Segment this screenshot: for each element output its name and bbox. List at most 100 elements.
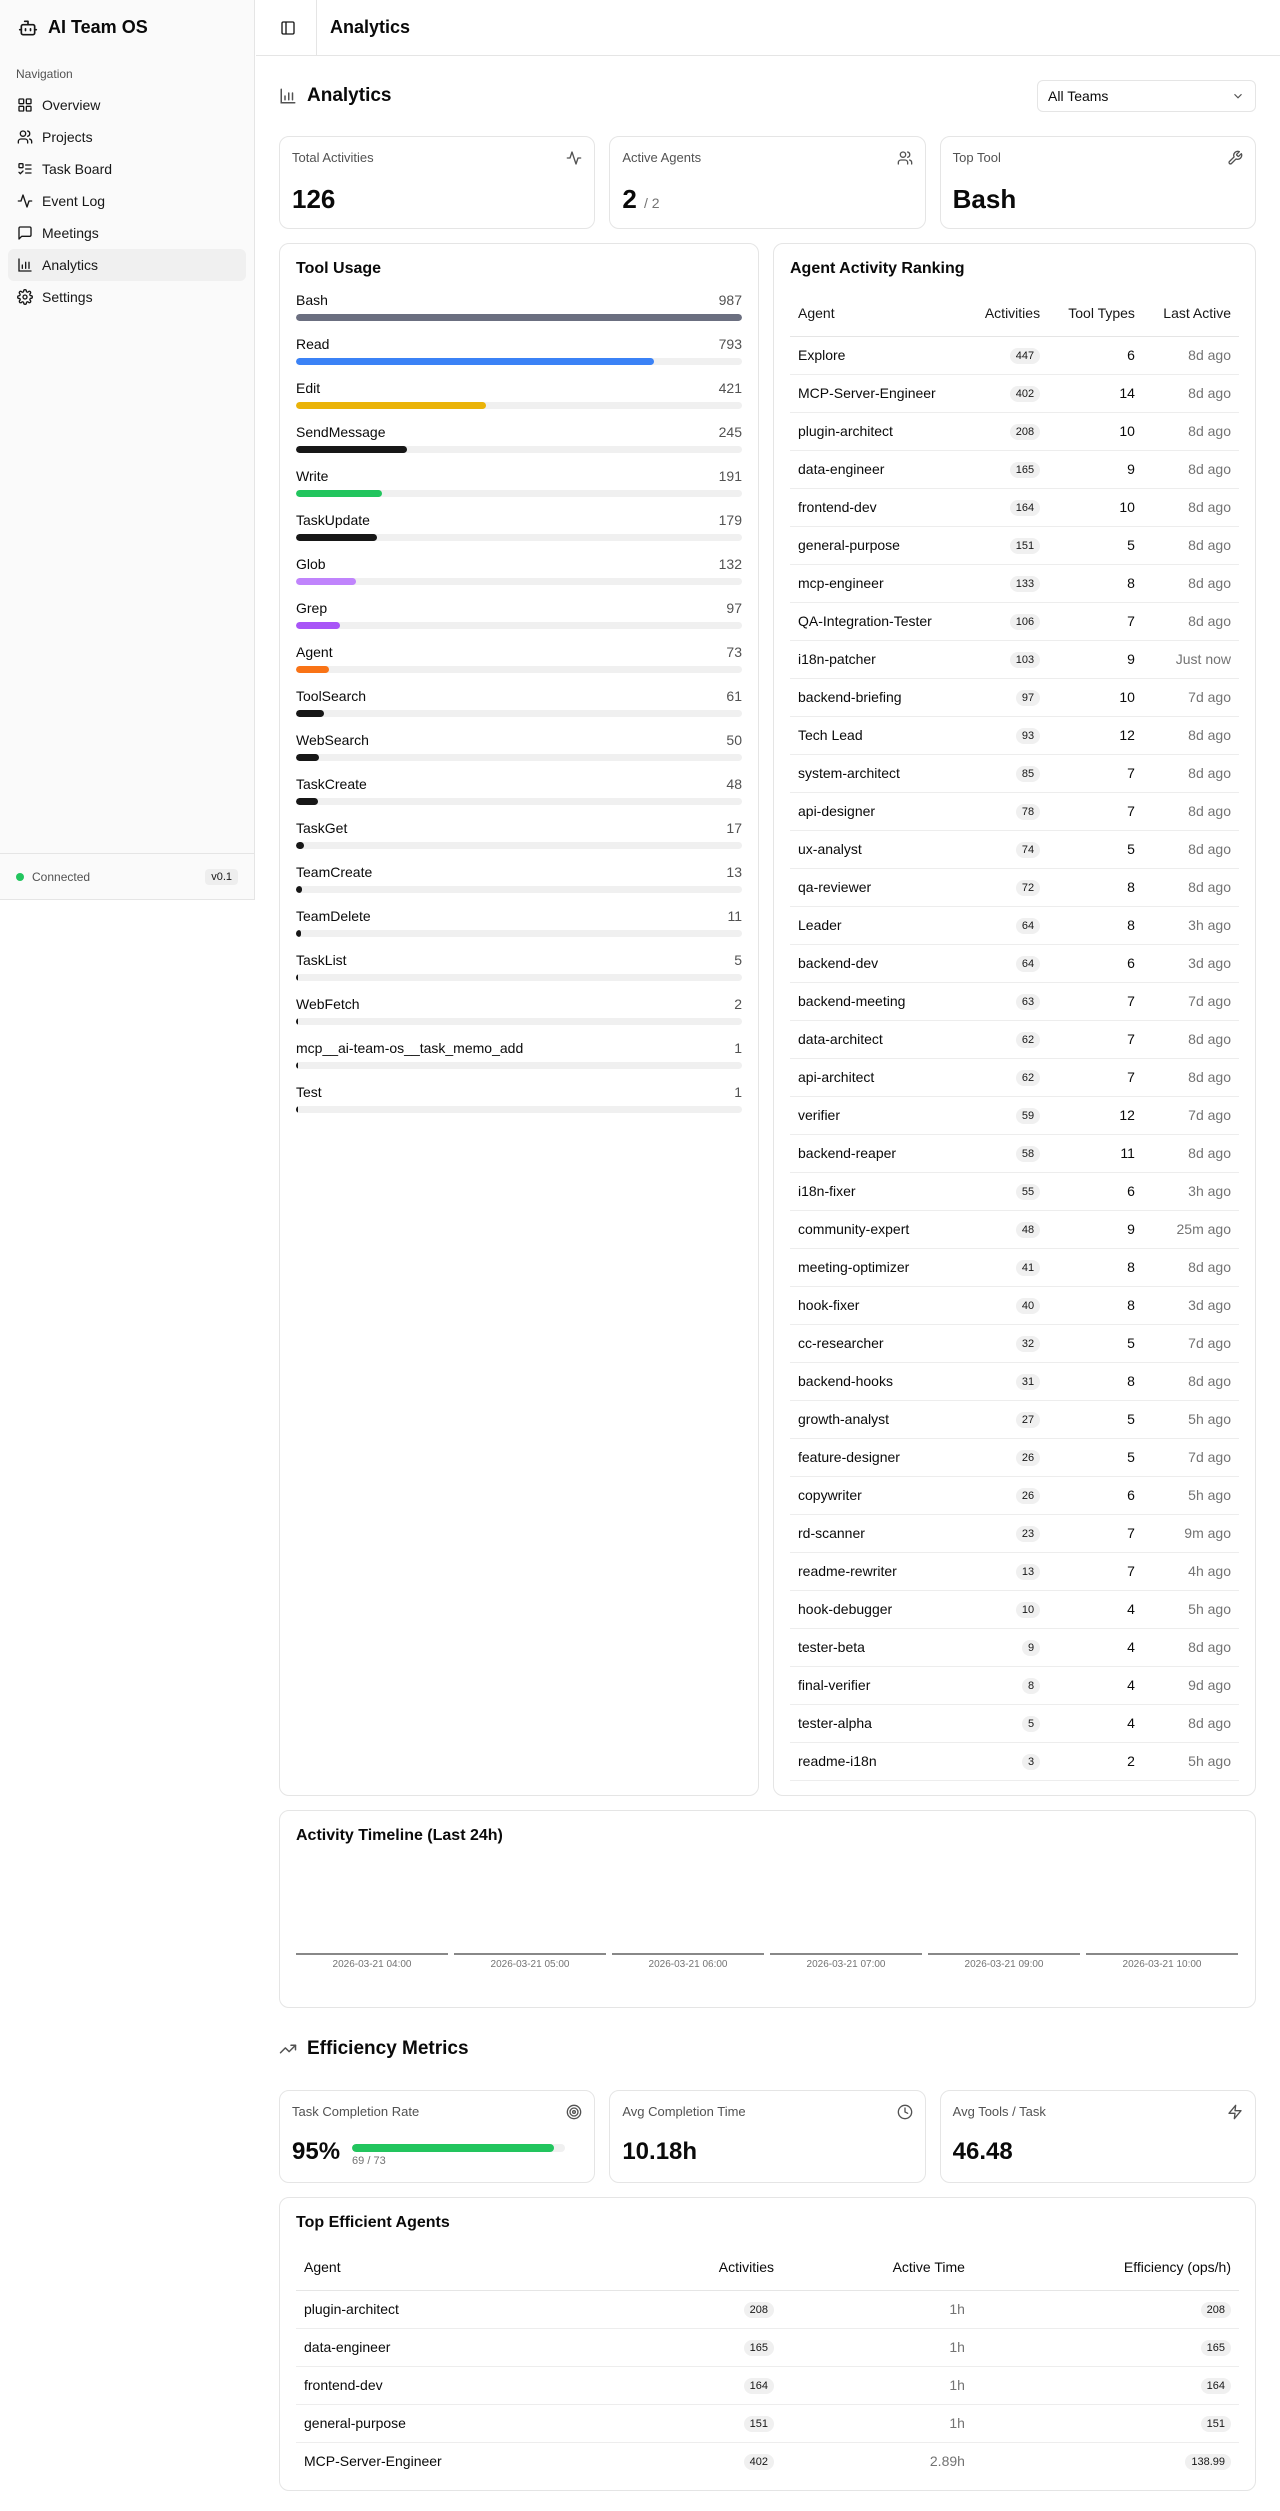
table-row[interactable]: feature-designer 26 5 7d ago: [790, 1438, 1239, 1477]
last-active-cell: 3d ago: [1142, 944, 1239, 983]
table-row[interactable]: backend-reaper 58 11 8d ago: [790, 1134, 1239, 1173]
table-row[interactable]: api-designer 78 7 8d ago: [790, 792, 1239, 831]
sidebar-item-overview[interactable]: Overview: [8, 89, 246, 121]
table-header-row: Agent Activities Tool Types Last Active: [790, 290, 1239, 337]
stat-avg-tools-per-task: Avg Tools / Task 46.48: [939, 2090, 1256, 2183]
table-row[interactable]: backend-meeting 63 7 7d ago: [790, 982, 1239, 1021]
table-row[interactable]: frontend-dev 164 10 8d ago: [790, 488, 1239, 527]
table-row[interactable]: copywriter 26 6 5h ago: [790, 1476, 1239, 1515]
table-row[interactable]: readme-rewriter 13 7 4h ago: [790, 1552, 1239, 1591]
active-agents-count: 2: [622, 184, 637, 214]
tool-usage-row: Grep 97: [296, 598, 742, 642]
active-time-cell: 1h: [782, 2366, 973, 2405]
table-row[interactable]: Explore 447 6 8d ago: [790, 336, 1239, 375]
tool-types-cell: 9: [1048, 1210, 1143, 1249]
tool-count: 421: [718, 380, 742, 396]
trending-up-icon: [279, 2044, 297, 2054]
table-row[interactable]: tester-beta 9 4 8d ago: [790, 1628, 1239, 1667]
table-row[interactable]: api-architect 62 7 8d ago: [790, 1058, 1239, 1097]
tool-usage-row-header: TeamCreate 13: [296, 862, 742, 880]
table-row[interactable]: hook-fixer 40 8 3d ago: [790, 1286, 1239, 1325]
activity-icon: [566, 151, 582, 165]
sidebar-item-projects[interactable]: Projects: [8, 121, 246, 153]
table-row[interactable]: plugin-architect 208 10 8d ago: [790, 412, 1239, 451]
table-row[interactable]: MCP-Server-Engineer 402 14 8d ago: [790, 374, 1239, 413]
activities-cell: 208: [628, 2290, 783, 2329]
agent-name: readme-rewriter: [790, 1552, 967, 1591]
table-row[interactable]: growth-analyst 27 5 5h ago: [790, 1400, 1239, 1439]
column-header-activities[interactable]: Activities: [966, 290, 1049, 337]
table-row[interactable]: rd-scanner 23 7 9m ago: [790, 1514, 1239, 1553]
table-row[interactable]: general-purpose 151 1h 151: [296, 2404, 1239, 2443]
sidebar-item-analytics[interactable]: Analytics: [8, 249, 246, 281]
table-row[interactable]: backend-dev 64 6 3d ago: [790, 944, 1239, 983]
table-row[interactable]: data-engineer 165 1h 165: [296, 2328, 1239, 2367]
table-row[interactable]: i18n-patcher 103 9 Just now: [790, 640, 1239, 679]
table-row[interactable]: tester-alpha 5 4 8d ago: [790, 1704, 1239, 1743]
brand[interactable]: AI Team OS: [0, 0, 254, 55]
completion-progress-fill: [352, 2144, 555, 2152]
activities-badge: 9: [1021, 1640, 1041, 1656]
column-header-agent[interactable]: Agent: [790, 290, 967, 337]
header-divider: [316, 0, 317, 56]
sidebar-item-meetings[interactable]: Meetings: [8, 217, 246, 249]
tool-usage-bar-track: [296, 534, 742, 541]
tool-usage-list: Bash 987 Read 793 Edit 421 SendMessage 245 Write…: [280, 278, 758, 1126]
table-row[interactable]: QA-Integration-Tester 106 7 8d ago: [790, 602, 1239, 641]
activities-cell: 23: [966, 1514, 1049, 1553]
activity-icon: [17, 194, 33, 208]
tool-types-cell: 5: [1048, 830, 1143, 869]
stat-value: 46.48: [952, 2138, 1013, 2165]
activities-cell: 64: [966, 944, 1049, 983]
tool-count: 73: [726, 644, 742, 660]
table-row[interactable]: cc-researcher 32 5 7d ago: [790, 1324, 1239, 1363]
table-row[interactable]: general-purpose 151 5 8d ago: [790, 526, 1239, 565]
tool-usage-row-header: Bash 987: [296, 290, 742, 308]
table-row[interactable]: Leader 64 8 3h ago: [790, 906, 1239, 945]
sidebar-item-label: Meetings: [42, 225, 99, 241]
sidebar-item-task-board[interactable]: Task Board: [8, 153, 246, 185]
sidebar-item-settings[interactable]: Settings: [8, 281, 246, 313]
table-row[interactable]: data-engineer 165 9 8d ago: [790, 450, 1239, 489]
stat-value: Bash: [952, 184, 1017, 214]
table-row[interactable]: frontend-dev 164 1h 164: [296, 2366, 1239, 2405]
table-row[interactable]: community-expert 48 9 25m ago: [790, 1210, 1239, 1249]
table-row[interactable]: backend-hooks 31 8 8d ago: [790, 1362, 1239, 1401]
table-row[interactable]: readme-i18n 3 2 5h ago: [790, 1742, 1239, 1781]
column-header-last-active[interactable]: Last Active: [1142, 290, 1239, 337]
activities-cell: 48: [966, 1210, 1049, 1249]
table-row[interactable]: qa-reviewer 72 8 8d ago: [790, 868, 1239, 907]
activities-cell: 151: [966, 526, 1049, 565]
tool-types-cell: 7: [1048, 1552, 1143, 1591]
column-header-active-time[interactable]: Active Time: [782, 2244, 973, 2291]
table-row[interactable]: verifier 59 12 7d ago: [790, 1096, 1239, 1135]
table-row[interactable]: backend-briefing 97 10 7d ago: [790, 678, 1239, 717]
column-header-efficiency[interactable]: Efficiency (ops/h): [972, 2244, 1239, 2291]
table-row[interactable]: system-architect 85 7 8d ago: [790, 754, 1239, 793]
agent-name: backend-meeting: [790, 982, 967, 1021]
tool-usage-bar-fill: [296, 1106, 298, 1113]
table-row[interactable]: MCP-Server-Engineer 402 2.89h 138.99: [296, 2442, 1239, 2480]
column-header-agent[interactable]: Agent: [296, 2244, 629, 2291]
activity-timeline-chart: 2026-03-21 04:00 2026-03-21 05:00 2026-03-…: [296, 1845, 1239, 1970]
table-row[interactable]: hook-debugger 10 4 5h ago: [790, 1590, 1239, 1629]
sidebar-item-event-log[interactable]: Event Log: [8, 185, 246, 217]
table-row[interactable]: meeting-optimizer 41 8 8d ago: [790, 1248, 1239, 1287]
table-row[interactable]: plugin-architect 208 1h 208: [296, 2290, 1239, 2329]
tool-count: 11: [727, 908, 742, 924]
last-active-cell: Just now: [1142, 640, 1239, 679]
timeline-bar: [454, 1953, 606, 1955]
team-filter-select[interactable]: All Teams: [1037, 80, 1256, 112]
table-row[interactable]: data-architect 62 7 8d ago: [790, 1020, 1239, 1059]
activities-cell: 402: [966, 374, 1049, 413]
table-row[interactable]: Tech Lead 93 12 8d ago: [790, 716, 1239, 755]
sidebar-toggle-button[interactable]: [276, 16, 300, 40]
column-header-activities[interactable]: Activities: [628, 2244, 783, 2291]
table-row[interactable]: i18n-fixer 55 6 3h ago: [790, 1172, 1239, 1211]
table-row[interactable]: ux-analyst 74 5 8d ago: [790, 830, 1239, 869]
last-active-cell: 8d ago: [1142, 450, 1239, 489]
table-row[interactable]: final-verifier 8 4 9d ago: [790, 1666, 1239, 1705]
table-row[interactable]: mcp-engineer 133 8 8d ago: [790, 564, 1239, 603]
agent-name: frontend-dev: [790, 488, 967, 527]
column-header-tool-types[interactable]: Tool Types: [1048, 290, 1143, 337]
